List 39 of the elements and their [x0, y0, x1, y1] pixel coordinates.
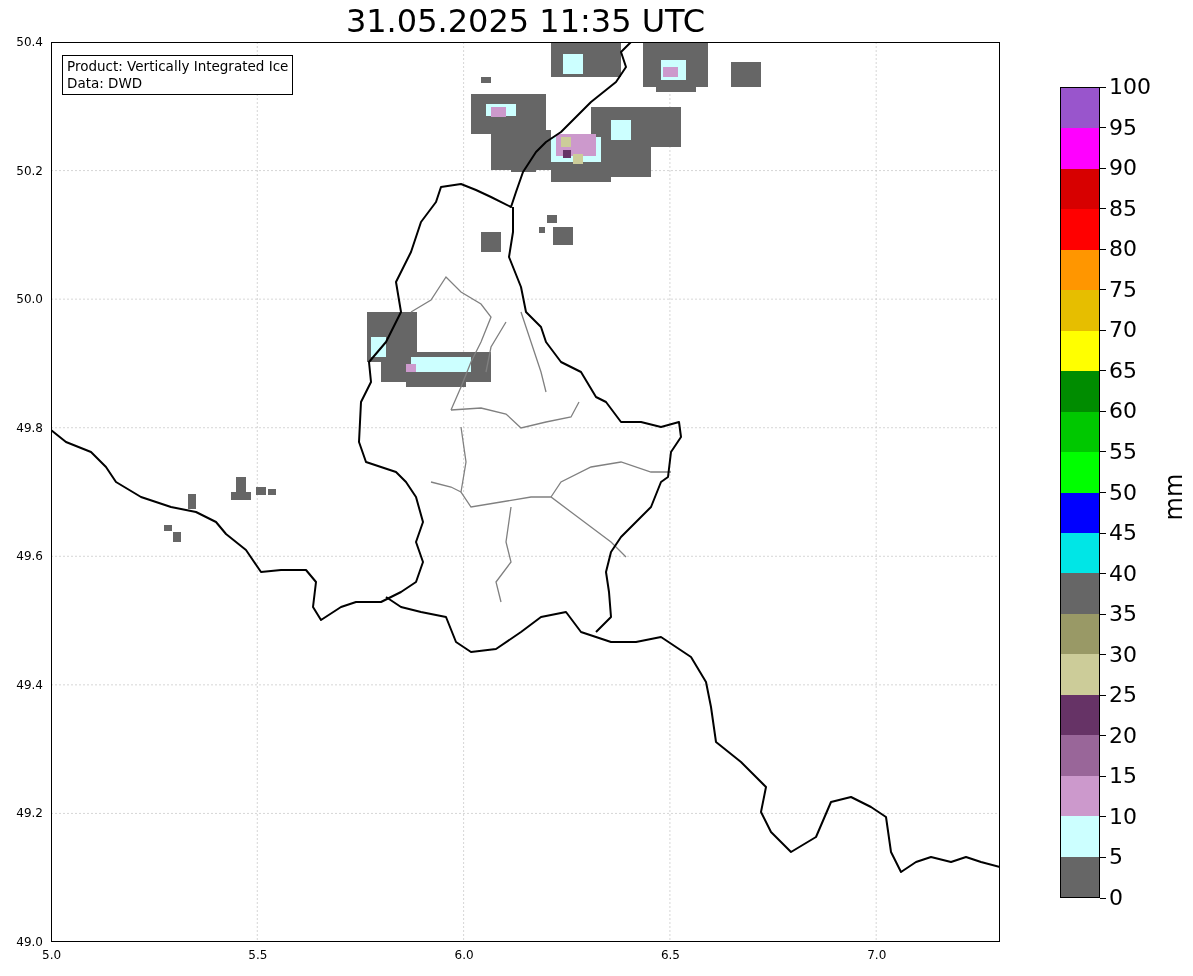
colorbar-tick-label: 35 [1109, 602, 1137, 627]
colorbar-tick-label: 45 [1109, 521, 1137, 546]
colorbar-tick-label: 70 [1109, 318, 1137, 343]
axis-tick-label: 50.2 [16, 163, 43, 178]
colorbar-tick-label: 65 [1109, 358, 1137, 383]
colorbar-tick-label: 100 [1109, 75, 1151, 99]
axis-tick-label: 5.5 [248, 948, 268, 962]
axis-tick-label: 6.0 [454, 948, 474, 962]
legend-text: Product: Vertically Integrated Ice [67, 58, 289, 75]
axis-tick-label: 49.8 [16, 420, 43, 435]
axis-tick-label: 50.4 [16, 35, 43, 49]
axis-tick-label: 49.2 [16, 806, 43, 821]
colorbar-tick-label: 25 [1109, 683, 1137, 708]
colorbar-tick-label: 20 [1109, 723, 1137, 748]
colorbar-tick-label: 50 [1109, 480, 1137, 505]
colorbar-tick-label: 0 [1109, 886, 1123, 910]
legend-text: Data: DWD [67, 75, 144, 92]
colorbar-label: mm [1160, 473, 1189, 521]
tick-mark [1100, 897, 1106, 899]
chart-title: 31.05.2025 11:35 UTC [345, 1, 706, 41]
colorbar-tick-label: 75 [1109, 277, 1137, 302]
colorbar-tick-label: 15 [1109, 764, 1137, 789]
colorbar-tick-label: 95 [1109, 115, 1137, 140]
colorbar-tick-label: 30 [1109, 642, 1137, 667]
axis-tick-label: 5.0 [42, 948, 62, 962]
axis-tick-label: 49.6 [16, 549, 43, 564]
axis-tick-label: 7.0 [867, 948, 887, 962]
axis-tick-label: 6.5 [660, 948, 680, 962]
colorbar-tick-label: 5 [1109, 845, 1123, 870]
axis-tick-label: 49.4 [16, 677, 43, 692]
colorbar-tick-label: 60 [1109, 399, 1137, 424]
colorbar-tick-label: 90 [1109, 156, 1137, 181]
colorbar-tick-label: 10 [1109, 804, 1137, 829]
colorbar-tick-label: 85 [1109, 196, 1137, 221]
axis-tick-label: 50.0 [16, 292, 43, 307]
axis-tick-label: 49.0 [16, 935, 43, 949]
colorbar-tick-label: 55 [1109, 439, 1137, 464]
colorbar-tick-label: 80 [1109, 237, 1137, 262]
colorbar-tick-label: 40 [1109, 561, 1137, 586]
